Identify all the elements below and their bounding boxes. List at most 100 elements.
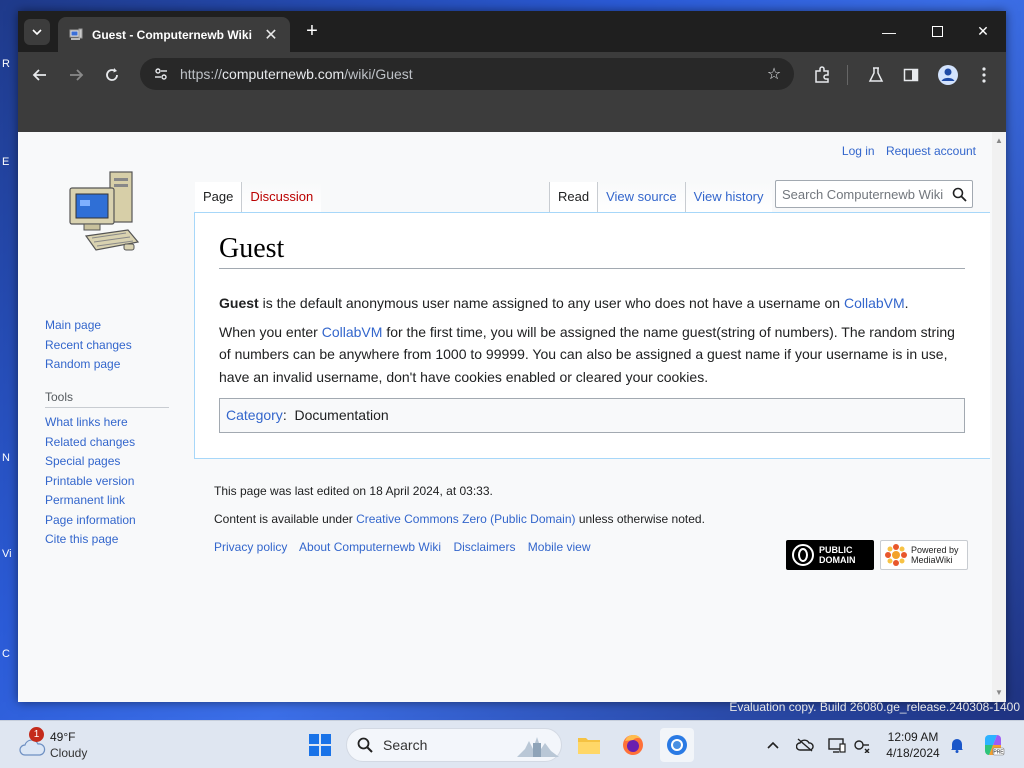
collabvm-link[interactable]: CollabVM bbox=[844, 295, 905, 311]
bookmark-star-icon[interactable]: ☆ bbox=[764, 64, 784, 84]
tools-link-page-information[interactable]: Page information bbox=[45, 511, 169, 531]
new-tab-button[interactable]: + bbox=[300, 19, 324, 43]
badge-text: DOMAIN bbox=[819, 555, 856, 565]
privacy-policy-link[interactable]: Privacy policy bbox=[214, 540, 287, 554]
clock-time: 12:09 AM bbox=[887, 730, 939, 744]
network-disconnected-icon bbox=[854, 740, 870, 753]
file-explorer-button[interactable] bbox=[572, 728, 606, 762]
tab-discussion[interactable]: Discussion bbox=[241, 182, 322, 212]
url-text: https://computernewb.com/wiki/Guest bbox=[180, 66, 413, 82]
site-info-icon[interactable] bbox=[150, 63, 172, 85]
labs-button[interactable] bbox=[862, 61, 890, 89]
extensions-button[interactable] bbox=[808, 61, 836, 89]
tools-link-special-pages[interactable]: Special pages bbox=[45, 452, 169, 472]
desktop-icon-label[interactable]: E bbox=[2, 156, 9, 168]
taskbar: 1 49°F Cloudy Search 12:09 AM 4/18/2024 … bbox=[0, 720, 1024, 768]
desktop-icon-label[interactable]: C bbox=[2, 648, 10, 660]
namespace-tabs: Page Discussion bbox=[195, 182, 322, 212]
show-hidden-icons-button[interactable] bbox=[762, 734, 784, 756]
disclaimers-link[interactable]: Disclaimers bbox=[453, 540, 515, 554]
powered-by-mediawiki-badge[interactable]: Powered by MediaWiki bbox=[880, 540, 968, 570]
maximize-icon bbox=[931, 26, 943, 37]
nav-link-main-page[interactable]: Main page bbox=[45, 316, 132, 336]
taskbar-search[interactable]: Search bbox=[346, 728, 562, 762]
tab-view-history[interactable]: View history bbox=[684, 182, 772, 212]
tab-search-button[interactable] bbox=[24, 19, 50, 45]
bell-icon bbox=[951, 739, 963, 753]
login-link[interactable]: Log in bbox=[842, 144, 875, 158]
forward-arrow-icon bbox=[70, 69, 84, 81]
view-tabs: Read View source View history bbox=[549, 182, 772, 212]
tools-link-printable-version[interactable]: Printable version bbox=[45, 472, 169, 492]
close-window-button[interactable]: ✕ bbox=[960, 11, 1006, 52]
tools-link-related-changes[interactable]: Related changes bbox=[45, 433, 169, 453]
back-button[interactable] bbox=[26, 61, 54, 89]
desktop-icon-label[interactable]: Vi bbox=[2, 548, 12, 560]
personal-tools: Log in Request account bbox=[834, 144, 976, 158]
tab-page[interactable]: Page bbox=[195, 182, 242, 212]
display-tray[interactable] bbox=[826, 734, 848, 756]
onedrive-tray[interactable] bbox=[794, 734, 816, 756]
request-account-link[interactable]: Request account bbox=[886, 144, 976, 158]
page-scrollbar[interactable]: ▲ ▼ bbox=[992, 132, 1006, 702]
reload-button[interactable] bbox=[98, 61, 126, 89]
license-link[interactable]: Creative Commons Zero (Public Domain) bbox=[356, 512, 575, 526]
tools-link-permanent-link[interactable]: Permanent link bbox=[45, 491, 169, 511]
scroll-down-icon[interactable]: ▼ bbox=[995, 688, 1003, 697]
tab-active[interactable]: Guest - Computernewb Wiki ✕ bbox=[58, 17, 290, 52]
desktop-icon-label[interactable]: N bbox=[2, 452, 10, 464]
firefox-icon bbox=[623, 734, 643, 755]
wiki-logo[interactable] bbox=[68, 170, 142, 256]
forward-button[interactable] bbox=[62, 61, 90, 89]
mobile-view-link[interactable]: Mobile view bbox=[528, 540, 591, 554]
weather-widget[interactable]: 1 49°F Cloudy bbox=[16, 727, 116, 762]
public-domain-badge[interactable]: PUBLIC DOMAIN bbox=[786, 540, 874, 570]
search-placeholder: Search Computernewb Wiki bbox=[782, 186, 944, 202]
taskbar-clock[interactable]: 12:09 AM 4/18/2024 bbox=[880, 729, 946, 761]
tools-heading: Tools bbox=[45, 390, 169, 408]
page-title: Guest bbox=[219, 233, 965, 269]
chevron-up-icon bbox=[767, 741, 779, 749]
weather-condition: Cloudy bbox=[50, 746, 88, 760]
desktop-edge: R E N Vi C bbox=[0, 0, 18, 720]
svg-text:PRE: PRE bbox=[993, 750, 1004, 756]
tab-view-source[interactable]: View source bbox=[597, 182, 685, 212]
wiki-search-input[interactable]: Search Computernewb Wiki bbox=[775, 180, 973, 208]
tools-link-cite-this-page[interactable]: Cite this page bbox=[45, 530, 169, 550]
about-link[interactable]: About Computernewb Wiki bbox=[299, 540, 441, 554]
category-documentation-link[interactable]: Documentation bbox=[294, 407, 388, 423]
chrome-button[interactable] bbox=[660, 728, 694, 762]
desktop-icon-label[interactable]: R bbox=[2, 58, 10, 70]
minimize-button[interactable]: — bbox=[866, 11, 912, 52]
scroll-up-icon[interactable]: ▲ bbox=[995, 136, 1003, 145]
back-arrow-icon bbox=[32, 69, 46, 81]
profile-button[interactable] bbox=[934, 61, 962, 89]
close-tab-icon[interactable]: ✕ bbox=[262, 25, 280, 45]
chrome-icon bbox=[667, 735, 687, 755]
maximize-button[interactable] bbox=[914, 11, 960, 52]
kebab-menu-icon bbox=[982, 67, 986, 83]
category-label-link[interactable]: Category bbox=[226, 407, 283, 423]
firefox-button[interactable] bbox=[616, 728, 650, 762]
computer-logo-icon bbox=[69, 171, 140, 251]
notifications-button[interactable] bbox=[946, 734, 968, 756]
nav-link-recent-changes[interactable]: Recent changes bbox=[45, 336, 132, 356]
tools-link-what-links-here[interactable]: What links here bbox=[45, 413, 169, 433]
menu-button[interactable] bbox=[970, 61, 998, 89]
category-links: Category: Documentation bbox=[219, 398, 965, 433]
side-panel-button[interactable] bbox=[897, 61, 925, 89]
evaluation-watermark: Evaluation copy. Build 26080.ge_release.… bbox=[729, 700, 1020, 714]
address-bar[interactable]: https://computernewb.com/wiki/Guest ☆ bbox=[140, 58, 794, 90]
search-icon[interactable] bbox=[946, 187, 972, 202]
bold-term: Guest bbox=[219, 295, 259, 311]
start-button[interactable] bbox=[303, 728, 337, 762]
weather-temp: 49°F bbox=[50, 730, 76, 744]
tab-read[interactable]: Read bbox=[549, 182, 598, 212]
toolbar-divider bbox=[847, 65, 848, 85]
tab-title: Guest - Computernewb Wiki bbox=[92, 27, 252, 42]
collabvm-link[interactable]: CollabVM bbox=[322, 324, 383, 340]
avatar-icon bbox=[938, 65, 958, 85]
nav-link-random-page[interactable]: Random page bbox=[45, 355, 132, 375]
copilot-button[interactable]: PRE bbox=[980, 732, 1006, 758]
network-tray[interactable] bbox=[851, 734, 873, 756]
